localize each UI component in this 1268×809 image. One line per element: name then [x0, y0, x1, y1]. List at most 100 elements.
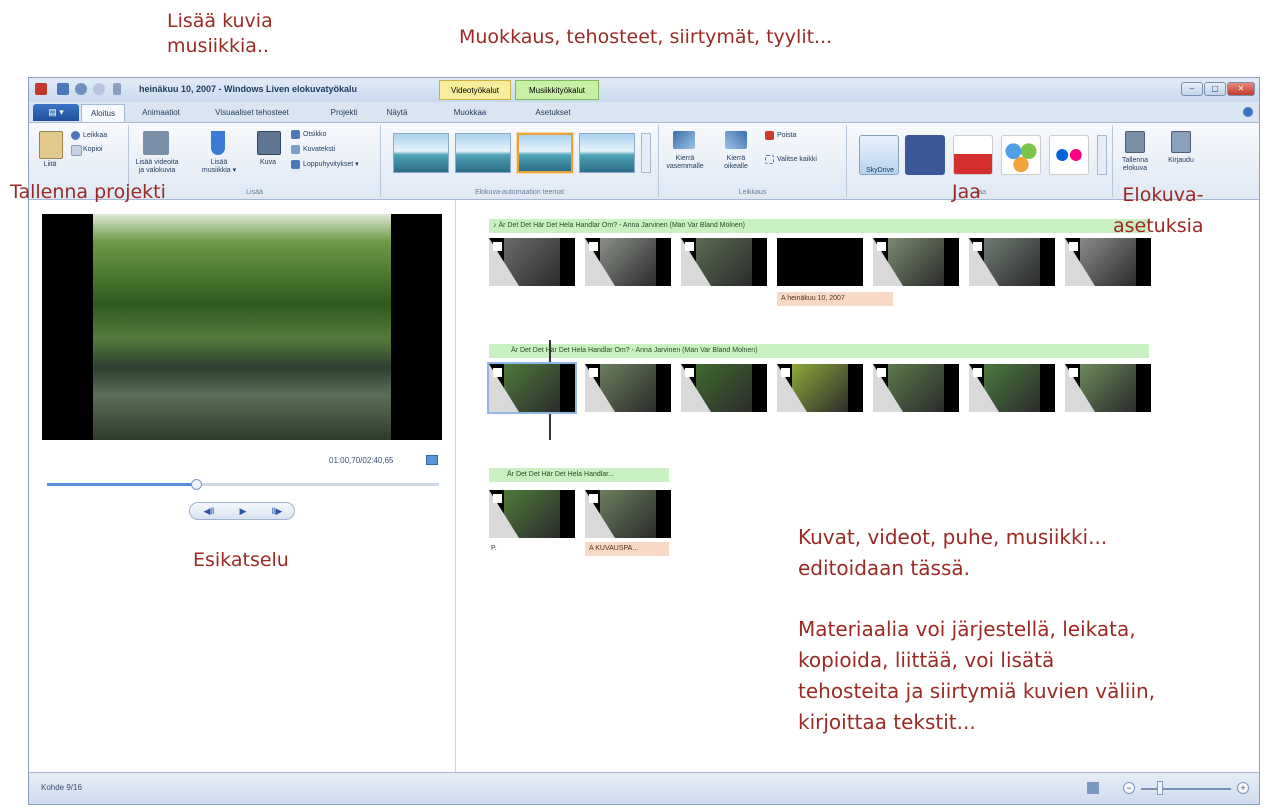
cut-button[interactable]: Leikkaa [83, 132, 107, 140]
caption-icon[interactable] [291, 145, 300, 154]
share-scroll-icon[interactable] [1097, 135, 1107, 175]
zoom-slider-thumb[interactable] [1157, 781, 1163, 795]
add-music-button[interactable]: Lisää musiikkia ▾ [195, 159, 243, 175]
paste-button[interactable]: Liitä [37, 161, 63, 169]
music-track[interactable]: ♪ Är Det Det Här Det Hela Handlar Om? - … [489, 219, 1149, 233]
status-bar: Kohde 9/16 − + [29, 772, 1259, 804]
caption-track[interactable]: A heinäkuu 10, 2007 [777, 292, 893, 306]
fullscreen-icon[interactable] [426, 455, 438, 465]
thumbnail-size-icon[interactable] [1087, 782, 1099, 794]
music-track[interactable]: Är Det Det Här Det Hela Handlar... [489, 468, 669, 482]
caption-button[interactable]: Kuvateksti [303, 146, 335, 154]
app-icon[interactable] [35, 83, 47, 95]
clip-thumbnail[interactable] [681, 238, 767, 286]
next-frame-button[interactable]: ‖▶ [260, 503, 294, 519]
copy-icon[interactable] [71, 145, 82, 156]
credits-button[interactable]: Loppuhyvitykset ▾ [303, 161, 359, 169]
maximize-button[interactable]: ▢ [1204, 82, 1226, 96]
tab-view[interactable]: Näytä [377, 104, 417, 122]
music-note-icon[interactable] [211, 131, 225, 155]
windows-live-groups-icon[interactable] [1001, 135, 1041, 175]
save-movie-button[interactable]: Tallenna elokuva [1115, 157, 1155, 173]
context-tab-music-tools[interactable]: Musiikkityökalut [515, 80, 599, 100]
clip-thumbnail[interactable] [585, 364, 671, 412]
delete-button[interactable]: Poista [777, 132, 796, 140]
cut-icon[interactable] [71, 131, 80, 140]
close-button[interactable]: ✕ [1227, 82, 1255, 96]
credits-icon[interactable] [291, 160, 300, 169]
file-menu-button[interactable]: ▤ ▾ [33, 104, 79, 121]
flickr-icon[interactable] [1049, 135, 1089, 175]
context-tab-video-tools[interactable]: Videotyökalut [439, 80, 511, 100]
video-preview[interactable] [42, 214, 442, 440]
editing-group: Kierrä vasemmalle Kierrä oikealle Poista… [659, 125, 847, 197]
clip-thumbnail[interactable] [487, 362, 577, 414]
title-icon[interactable] [291, 130, 300, 139]
sign-in-icon[interactable] [1171, 131, 1191, 153]
rotate-left-button[interactable]: Kierrä vasemmalle [661, 155, 709, 171]
clip-thumbnail[interactable] [777, 364, 863, 412]
theme-thumbnail-selected[interactable] [517, 133, 573, 173]
zoom-slider[interactable] [1141, 788, 1231, 790]
clip-thumbnail[interactable] [873, 238, 959, 286]
clip-thumbnail[interactable] [489, 490, 575, 538]
save-icon[interactable] [57, 83, 69, 95]
film-icon [1069, 368, 1078, 377]
theme-thumbnail[interactable] [455, 133, 511, 173]
title-button[interactable]: Otsikko [303, 131, 326, 139]
add-videos-button[interactable]: Lisää videoita ja valokuvia [131, 159, 183, 175]
tab-animations[interactable]: Animaatiot [131, 104, 191, 122]
zoom-in-button[interactable]: + [1237, 782, 1249, 794]
clip-thumbnail[interactable] [969, 238, 1055, 286]
caption-track[interactable]: P. [487, 542, 511, 556]
tab-options[interactable]: Asetukset [523, 104, 583, 122]
seek-thumb[interactable] [190, 479, 202, 490]
customize-toolbar-icon[interactable] [113, 83, 121, 95]
seek-bar[interactable] [47, 479, 439, 490]
snapshot-icon[interactable] [257, 131, 281, 155]
youtube-icon[interactable] [953, 135, 993, 175]
themes-scroll-icon[interactable] [641, 133, 651, 173]
theme-thumbnail[interactable] [393, 133, 449, 173]
copy-button[interactable]: Kopioi [83, 146, 102, 154]
select-all-icon[interactable] [765, 155, 774, 164]
clip-thumbnail[interactable] [585, 238, 671, 286]
snapshot-button[interactable]: Kuva [253, 159, 283, 167]
help-icon[interactable] [1243, 107, 1253, 117]
clip-thumbnail[interactable] [777, 238, 863, 286]
select-all-button[interactable]: Valitse kaikki [777, 156, 817, 164]
clip-thumbnail[interactable] [585, 490, 671, 538]
paste-icon[interactable] [39, 131, 63, 159]
delete-icon[interactable] [765, 131, 774, 140]
add-videos-icon[interactable] [143, 131, 169, 155]
zoom-out-button[interactable]: − [1123, 782, 1135, 794]
music-track[interactable]: Är Det Det Här Det Hela Handlar Om? - An… [489, 344, 1149, 358]
rotate-right-icon[interactable] [725, 131, 747, 149]
clip-thumbnail[interactable] [969, 364, 1055, 412]
tab-home[interactable]: Aloitus [81, 104, 125, 122]
clip-thumbnail[interactable] [873, 364, 959, 412]
rotate-right-button[interactable]: Kierrä oikealle [715, 155, 757, 171]
clip-thumbnail[interactable] [1065, 364, 1151, 412]
tab-visual-effects[interactable]: Visuaaliset tehosteet [197, 104, 307, 122]
minimize-button[interactable]: – [1181, 82, 1203, 96]
tab-edit[interactable]: Muokkaa [445, 104, 495, 122]
clip-thumbnail[interactable] [1065, 238, 1151, 286]
clip-thumbnail[interactable] [681, 364, 767, 412]
sign-in-button[interactable]: Kirjaudu [1163, 157, 1199, 165]
clip-thumbnail[interactable] [489, 238, 575, 286]
previous-frame-button[interactable]: ◀‖ [192, 503, 226, 519]
themes-group: Elokuva-automaation teemat [381, 125, 659, 197]
theme-thumbnail[interactable] [579, 133, 635, 173]
play-button[interactable]: ▶ [226, 503, 260, 519]
undo-icon[interactable] [75, 83, 87, 95]
facebook-icon[interactable] [905, 135, 945, 175]
redo-icon[interactable] [93, 83, 105, 95]
film-icon [685, 242, 694, 251]
save-movie-icon[interactable] [1125, 131, 1145, 153]
rotate-left-icon[interactable] [673, 131, 695, 149]
tab-project[interactable]: Projekti [319, 104, 369, 122]
seek-progress [47, 483, 196, 486]
caption-track[interactable]: A KUVAUSPA... [585, 542, 669, 556]
film-icon [973, 368, 982, 377]
